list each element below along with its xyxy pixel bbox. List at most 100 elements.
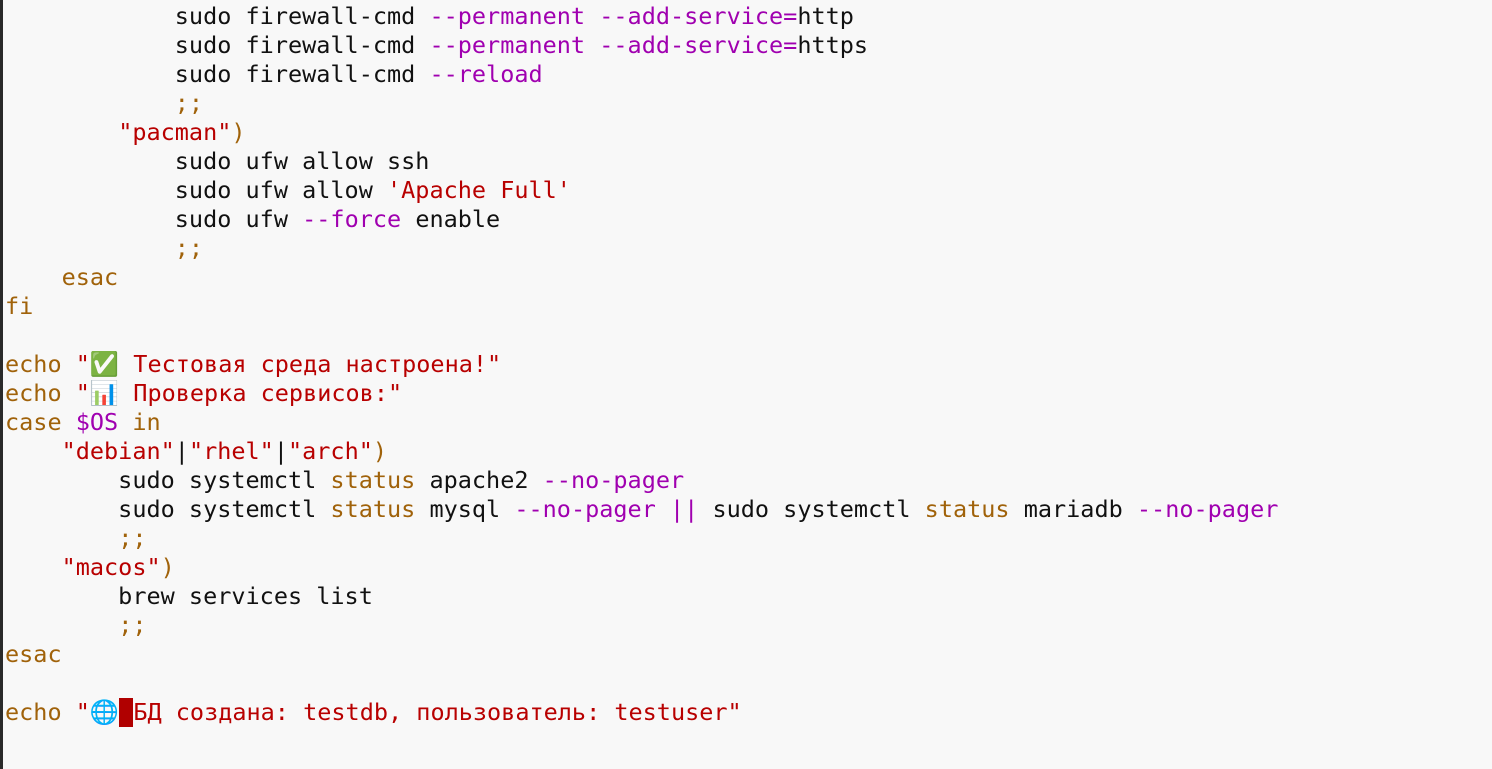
code-line[interactable]: ;; <box>5 524 1278 553</box>
code-line[interactable]: "debian"|"rhel"|"arch") <box>5 437 1278 466</box>
code-area[interactable]: sudo firewall-cmd --permanent --add-serv… <box>5 2 1278 727</box>
code-token: $OS <box>75 408 119 436</box>
code-token: || <box>670 495 699 523</box>
code-line[interactable]: echo "🌐 БД создана: testdb, пользователь… <box>5 698 1278 727</box>
code-token: sudo ufw allow ssh <box>5 147 430 175</box>
code-line[interactable]: ;; <box>5 611 1278 640</box>
code-token: --no-pager <box>542 466 685 494</box>
code-line[interactable]: "pacman") <box>5 118 1278 147</box>
code-token: --add-service= <box>599 2 798 30</box>
code-token: --force <box>302 205 402 233</box>
code-token: esac <box>61 263 119 291</box>
code-line[interactable]: sudo firewall-cmd --reload <box>5 60 1278 89</box>
code-line[interactable]: ;; <box>5 234 1278 263</box>
code-line[interactable]: sudo firewall-cmd --permanent --add-serv… <box>5 31 1278 60</box>
code-token: echo <box>5 350 62 378</box>
code-token: --reload <box>429 60 543 88</box>
code-token: sudo firewall-cmd <box>5 31 430 59</box>
code-token: | <box>273 437 288 465</box>
code-line[interactable]: sudo firewall-cmd --permanent --add-serv… <box>5 2 1278 31</box>
code-token: in <box>132 408 161 436</box>
code-token: 'Apache Full' <box>387 176 571 204</box>
code-token: ) <box>231 118 246 146</box>
code-token: "pacman" <box>118 118 232 146</box>
code-token: ;; <box>118 611 147 639</box>
code-token: sudo systemctl <box>5 495 331 523</box>
code-token: http <box>797 2 854 30</box>
code-token: "debian" <box>61 437 175 465</box>
code-token: --permanent <box>429 2 586 30</box>
code-token: echo <box>5 698 62 726</box>
code-line[interactable]: case $OS in <box>5 408 1278 437</box>
code-line[interactable] <box>5 321 1278 350</box>
code-line[interactable]: echo "📊 Проверка сервисов:" <box>5 379 1278 408</box>
code-line[interactable]: esac <box>5 263 1278 292</box>
code-token: sudo systemctl <box>5 466 331 494</box>
code-token: sudo firewall-cmd <box>5 2 430 30</box>
code-line[interactable]: brew services list <box>5 582 1278 611</box>
code-token: "🌐 <box>75 698 120 726</box>
code-line[interactable]: sudo ufw allow ssh <box>5 147 1278 176</box>
code-token: | <box>174 437 189 465</box>
code-token: ;; <box>174 89 204 117</box>
code-token: ;; <box>174 234 204 262</box>
code-token: --no-pager <box>514 495 656 523</box>
code-line[interactable]: "macos") <box>5 553 1278 582</box>
code-token: sudo ufw allow <box>5 176 388 204</box>
code-token: sudo ufw <box>5 205 303 233</box>
code-line[interactable] <box>5 669 1278 698</box>
code-line[interactable]: fi <box>5 292 1278 321</box>
code-token: --permanent <box>429 31 586 59</box>
code-token: brew services list <box>5 582 373 610</box>
code-token: --no-pager <box>1136 495 1279 523</box>
code-token: sudo systemctl <box>698 495 925 523</box>
code-token: --add-service= <box>599 31 798 59</box>
code-token: "📊 Проверка сервисов:" <box>75 379 403 407</box>
code-token: mariadb <box>1009 495 1137 523</box>
code-token: apache2 <box>415 466 543 494</box>
code-token: "rhel" <box>188 437 274 465</box>
code-line[interactable]: sudo ufw allow 'Apache Full' <box>5 176 1278 205</box>
code-line[interactable]: sudo systemctl status apache2 --no-pager <box>5 466 1278 495</box>
code-token: "✅ Тестовая среда настроена!" <box>75 350 502 378</box>
code-line[interactable]: sudo systemctl status mysql --no-pager |… <box>5 495 1278 524</box>
code-token: case <box>5 408 62 436</box>
code-line[interactable]: echo "✅ Тестовая среда настроена!" <box>5 350 1278 379</box>
code-token: status <box>924 495 1010 523</box>
code-token: ;; <box>118 524 147 552</box>
code-line[interactable]: esac <box>5 640 1278 669</box>
code-token: esac <box>5 640 62 668</box>
code-token: fi <box>5 292 34 320</box>
code-token: enable <box>401 205 501 233</box>
code-token: ) <box>372 437 388 465</box>
code-line[interactable]: ;; <box>5 89 1278 118</box>
text-editor[interactable]: sudo firewall-cmd --permanent --add-serv… <box>0 0 1492 769</box>
code-token: sudo firewall-cmd <box>5 60 430 88</box>
code-token: mysql <box>415 495 515 523</box>
code-token: "arch" <box>287 437 373 465</box>
code-line[interactable]: sudo ufw --force enable <box>5 205 1278 234</box>
text-cursor <box>119 698 134 727</box>
code-token: БД создана: testdb, пользователь: testus… <box>133 698 742 726</box>
code-token: status <box>330 466 416 494</box>
code-token: "macos" <box>61 553 161 581</box>
code-token: ) <box>160 553 175 581</box>
code-token: https <box>797 31 869 59</box>
code-token: echo <box>5 379 62 407</box>
code-token: status <box>330 495 416 523</box>
